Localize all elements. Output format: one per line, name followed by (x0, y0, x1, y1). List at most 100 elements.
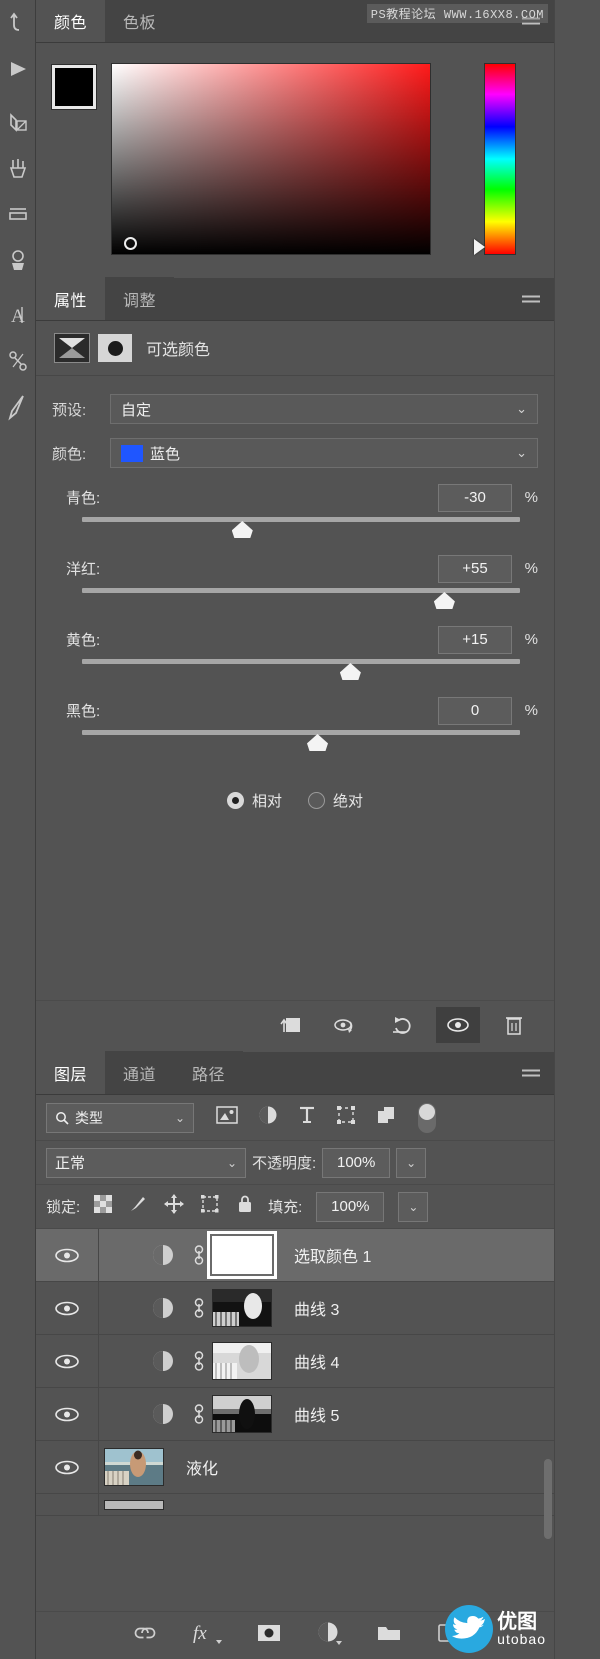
link-layers-icon[interactable] (132, 1625, 158, 1646)
table-row-partial[interactable] (36, 1494, 554, 1516)
tab-color[interactable]: 颜色 (36, 0, 106, 42)
layer-list-scrollbar[interactable] (544, 1459, 552, 1539)
layer-mask-thumbnail[interactable] (212, 1395, 272, 1433)
delete-trash-icon[interactable] (492, 1007, 536, 1043)
hue-slider[interactable] (484, 63, 516, 255)
clip-to-layer-icon[interactable] (268, 1007, 312, 1043)
play-tool[interactable] (0, 46, 36, 92)
smart-object-filter-icon[interactable] (376, 1105, 396, 1130)
lock-all-icon[interactable] (236, 1194, 254, 1219)
layer-visibility-eye-icon[interactable] (36, 1247, 98, 1264)
reset-icon[interactable] (380, 1007, 424, 1043)
shape-filter-icon[interactable] (336, 1105, 356, 1130)
layer-thumbnail[interactable] (104, 1448, 164, 1486)
history-undo-tool[interactable] (0, 0, 36, 46)
layer-thumbnail-partial[interactable] (104, 1499, 164, 1510)
svg-text:A: A (11, 306, 25, 327)
filter-enable-toggle[interactable] (418, 1102, 436, 1133)
layer-mask-thumbnail[interactable] (207, 1231, 277, 1279)
fill-stepper[interactable]: ⌄ (398, 1191, 429, 1222)
add-layer-mask-icon[interactable] (256, 1623, 282, 1648)
slider-cyan-track[interactable] (82, 517, 520, 522)
visibility-eye-icon[interactable] (436, 1006, 480, 1043)
mask-link-icon[interactable] (186, 1349, 212, 1373)
tab-layers[interactable]: 图层 (36, 1051, 106, 1094)
slider-yellow-thumb[interactable] (339, 663, 361, 680)
tab-swatches[interactable]: 色板 (105, 0, 175, 42)
slider-black-label: 黑色: (66, 703, 101, 720)
slider-cyan-label: 青色: (66, 490, 101, 507)
toggle-preview-icon[interactable] (324, 1007, 368, 1043)
layer-style-fx-icon[interactable]: fx (192, 1621, 222, 1650)
slider-cyan-thumb[interactable] (231, 521, 253, 538)
brush-tool[interactable] (0, 146, 36, 192)
tool-divider (0, 92, 35, 100)
eraser-tool[interactable] (0, 192, 36, 238)
adjustment-filter-icon[interactable] (258, 1105, 278, 1130)
mask-link-icon[interactable] (186, 1243, 212, 1267)
slider-cyan-value[interactable]: -30 (438, 483, 512, 512)
tab-paths[interactable]: 路径 (174, 1051, 244, 1094)
stamp-tool[interactable] (0, 238, 36, 284)
adjustment-layer-icon (140, 1296, 186, 1320)
table-row[interactable]: 曲线 5 (36, 1388, 554, 1441)
type-filter-icon[interactable] (298, 1105, 316, 1130)
pen-tool[interactable] (0, 100, 36, 146)
preset-row: 预设: 自定 ⌄ (52, 394, 538, 424)
foreground-background-swatches[interactable] (51, 64, 118, 131)
radio-absolute-ring (308, 792, 325, 809)
slider-magenta-track[interactable] (82, 588, 520, 593)
new-adjustment-layer-icon[interactable] (316, 1620, 342, 1651)
layer-visibility-eye-icon[interactable] (36, 1300, 98, 1317)
slider-yellow-value[interactable]: +15 (438, 625, 512, 654)
fill-value[interactable]: 100% (316, 1191, 385, 1222)
color-select[interactable]: 蓝色 ⌄ (110, 438, 538, 468)
lock-image-icon[interactable] (128, 1194, 148, 1219)
tab-adjustments[interactable]: 调整 (105, 277, 175, 320)
new-group-icon[interactable] (376, 1623, 402, 1648)
slider-magenta-value[interactable]: +55 (438, 554, 512, 583)
color-spectrum-field[interactable] (111, 63, 431, 255)
opacity-stepper[interactable]: ⌄ (396, 1147, 427, 1178)
slider-magenta: 洋红: +55 % (52, 553, 538, 618)
layer-visibility-eye-icon[interactable] (36, 1406, 98, 1423)
layer-mask-thumbnail[interactable] (212, 1289, 272, 1327)
blend-mode-select[interactable]: 正常 ⌄ (46, 1147, 246, 1178)
slider-black-track[interactable] (82, 730, 520, 735)
color-picker-cursor[interactable] (124, 237, 137, 250)
foreground-color-swatch[interactable] (51, 64, 97, 110)
layer-visibility-eye-icon[interactable] (36, 1353, 98, 1370)
layer-visibility-eye-icon[interactable] (36, 1459, 98, 1476)
path-tool[interactable] (0, 338, 36, 384)
properties-panel-menu-icon[interactable] (522, 293, 540, 306)
tab-properties[interactable]: 属性 (36, 277, 106, 320)
preset-select[interactable]: 自定 ⌄ (110, 394, 538, 424)
layer-mask-thumbnail[interactable] (212, 1342, 272, 1380)
opacity-value[interactable]: 100% (322, 1147, 391, 1178)
table-row[interactable]: 曲线 4 (36, 1335, 554, 1388)
layers-panel-menu-icon[interactable] (522, 1067, 540, 1080)
slider-black-value[interactable]: 0 (438, 696, 512, 725)
lock-position-icon[interactable] (164, 1194, 185, 1219)
lock-transparency-icon[interactable] (94, 1195, 113, 1218)
lock-artboard-icon[interactable] (200, 1194, 220, 1219)
slider-yellow-track[interactable] (82, 659, 520, 664)
type-tool[interactable]: A (0, 292, 36, 338)
mask-link-icon[interactable] (186, 1402, 212, 1426)
lasso-tool[interactable] (0, 384, 36, 430)
layer-name: 曲线 5 (294, 1408, 340, 1425)
radio-relative[interactable]: 相对 (226, 790, 282, 811)
table-row[interactable]: 曲线 3 (36, 1282, 554, 1335)
image-filter-icon[interactable] (216, 1106, 238, 1129)
filter-type-select[interactable]: 类型 ⌄ (46, 1102, 194, 1133)
slider-magenta-thumb[interactable] (433, 592, 455, 609)
tab-channels[interactable]: 通道 (105, 1051, 175, 1094)
slider-black-thumb[interactable] (307, 734, 328, 751)
table-row[interactable]: 液化 (36, 1441, 554, 1494)
radio-absolute[interactable]: 绝对 (308, 790, 363, 811)
mask-link-icon[interactable] (186, 1296, 212, 1320)
hue-slider-thumb[interactable] (474, 239, 485, 255)
layer-mask-thumbnail-icon[interactable] (98, 334, 132, 362)
table-row[interactable]: 选取颜色 1 (36, 1229, 554, 1282)
method-radio-group: 相对 绝对 (52, 790, 538, 811)
